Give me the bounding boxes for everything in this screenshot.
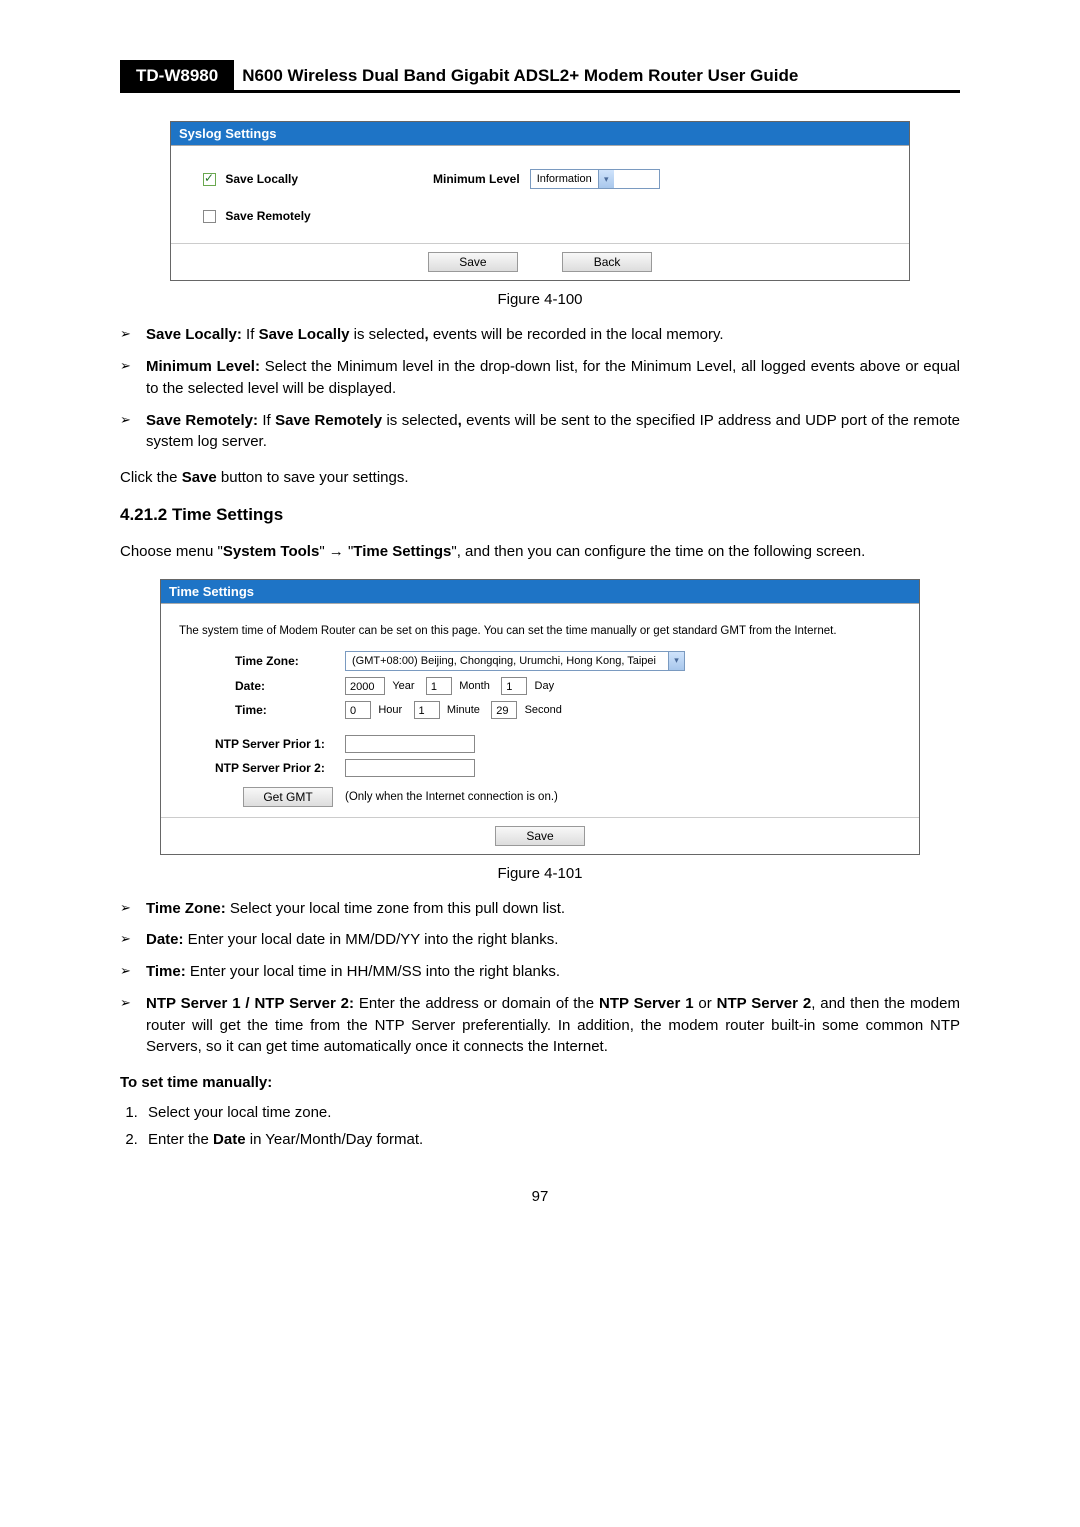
minute-input[interactable]: 1 bbox=[414, 701, 440, 719]
page-header: TD-W8980 N600 Wireless Dual Band Gigabit… bbox=[120, 60, 960, 93]
hour-input[interactable]: 0 bbox=[345, 701, 371, 719]
ntp1-input[interactable] bbox=[345, 735, 475, 753]
save-remotely-label: Save Remotely bbox=[225, 209, 310, 223]
page-number: 97 bbox=[120, 1188, 960, 1205]
day-unit: Day bbox=[535, 680, 555, 692]
save-locally-label: Save Locally bbox=[225, 172, 298, 186]
ntp2-label: NTP Server Prior 2: bbox=[175, 761, 345, 775]
time-settings-intro: The system time of Modem Router can be s… bbox=[179, 625, 905, 637]
second-input[interactable]: 29 bbox=[491, 701, 517, 719]
year-unit: Year bbox=[392, 680, 414, 692]
manual-steps-list: Select your local time zone. Enter the D… bbox=[120, 1104, 960, 1148]
back-button[interactable]: Back bbox=[562, 252, 652, 272]
list-item: ➢ Time Zone: Select your local time zone… bbox=[120, 898, 960, 920]
click-save-paragraph: Click the Save button to save your setti… bbox=[120, 467, 960, 489]
minimum-level-dropdown[interactable]: Information ▾ bbox=[530, 169, 660, 189]
doc-title: N600 Wireless Dual Band Gigabit ADSL2+ M… bbox=[234, 60, 960, 93]
bullet-icon: ➢ bbox=[120, 993, 146, 1058]
figure-caption-101: Figure 4-101 bbox=[120, 865, 960, 882]
chevron-down-icon: ▾ bbox=[598, 170, 614, 188]
manual-heading: To set time manually: bbox=[120, 1074, 272, 1091]
ntp1-label: NTP Server Prior 1: bbox=[175, 737, 345, 751]
bullet-icon: ➢ bbox=[120, 898, 146, 920]
bullet-icon: ➢ bbox=[120, 410, 146, 454]
section-heading-time-settings: 4.21.2 Time Settings bbox=[120, 505, 960, 525]
syslog-settings-screenshot: Syslog Settings Save Locally Minimum Lev… bbox=[170, 121, 910, 281]
get-gmt-note: (Only when the Internet connection is on… bbox=[345, 791, 558, 803]
model-badge: TD-W8980 bbox=[120, 60, 234, 93]
timezone-label: Time Zone: bbox=[175, 654, 345, 668]
save-button[interactable]: Save bbox=[428, 252, 518, 272]
list-item: ➢ Minimum Level: Select the Minimum leve… bbox=[120, 356, 960, 400]
time-settings-panel-title: Time Settings bbox=[161, 580, 919, 603]
save-locally-checkbox[interactable] bbox=[203, 173, 216, 186]
bullet-icon: ➢ bbox=[120, 961, 146, 983]
bullet-icon: ➢ bbox=[120, 929, 146, 951]
month-input[interactable]: 1 bbox=[426, 677, 452, 695]
figure-caption-100: Figure 4-100 bbox=[120, 291, 960, 308]
save-button[interactable]: Save bbox=[495, 826, 585, 846]
second-unit: Second bbox=[525, 704, 562, 716]
time-label: Time: bbox=[175, 703, 345, 717]
list-item: ➢ Save Locally: If Save Locally is selec… bbox=[120, 324, 960, 346]
list-item: Select your local time zone. bbox=[142, 1104, 960, 1121]
timezone-dropdown[interactable]: (GMT+08:00) Beijing, Chongqing, Urumchi,… bbox=[345, 651, 685, 671]
list-item: ➢ NTP Server 1 / NTP Server 2: Enter the… bbox=[120, 993, 960, 1058]
list-item: Enter the Date in Year/Month/Day format. bbox=[142, 1131, 960, 1148]
save-remotely-checkbox[interactable] bbox=[203, 210, 216, 223]
minimum-level-label: Minimum Level bbox=[433, 172, 520, 186]
bullet-icon: ➢ bbox=[120, 324, 146, 346]
month-unit: Month bbox=[459, 680, 490, 692]
list-item: ➢ Save Remotely: If Save Remotely is sel… bbox=[120, 410, 960, 454]
document-page: TD-W8980 N600 Wireless Dual Band Gigabit… bbox=[0, 0, 1080, 1527]
hour-unit: Hour bbox=[378, 704, 402, 716]
syslog-panel-title: Syslog Settings bbox=[171, 122, 909, 145]
date-label: Date: bbox=[175, 679, 345, 693]
chevron-down-icon: ▾ bbox=[668, 652, 684, 670]
timeset-bullets: ➢ Time Zone: Select your local time zone… bbox=[120, 898, 960, 1059]
list-item: ➢ Date: Enter your local date in MM/DD/Y… bbox=[120, 929, 960, 951]
time-settings-screenshot: Time Settings The system time of Modem R… bbox=[160, 579, 920, 855]
year-input[interactable]: 2000 bbox=[345, 677, 385, 695]
ntp2-input[interactable] bbox=[345, 759, 475, 777]
list-item: ➢ Time: Enter your local time in HH/MM/S… bbox=[120, 961, 960, 983]
bullet-icon: ➢ bbox=[120, 356, 146, 400]
get-gmt-button[interactable]: Get GMT bbox=[243, 787, 333, 807]
minute-unit: Minute bbox=[447, 704, 480, 716]
day-input[interactable]: 1 bbox=[501, 677, 527, 695]
syslog-bullets: ➢ Save Locally: If Save Locally is selec… bbox=[120, 324, 960, 453]
choose-menu-paragraph: Choose menu "System Tools" → "Time Setti… bbox=[120, 541, 960, 563]
